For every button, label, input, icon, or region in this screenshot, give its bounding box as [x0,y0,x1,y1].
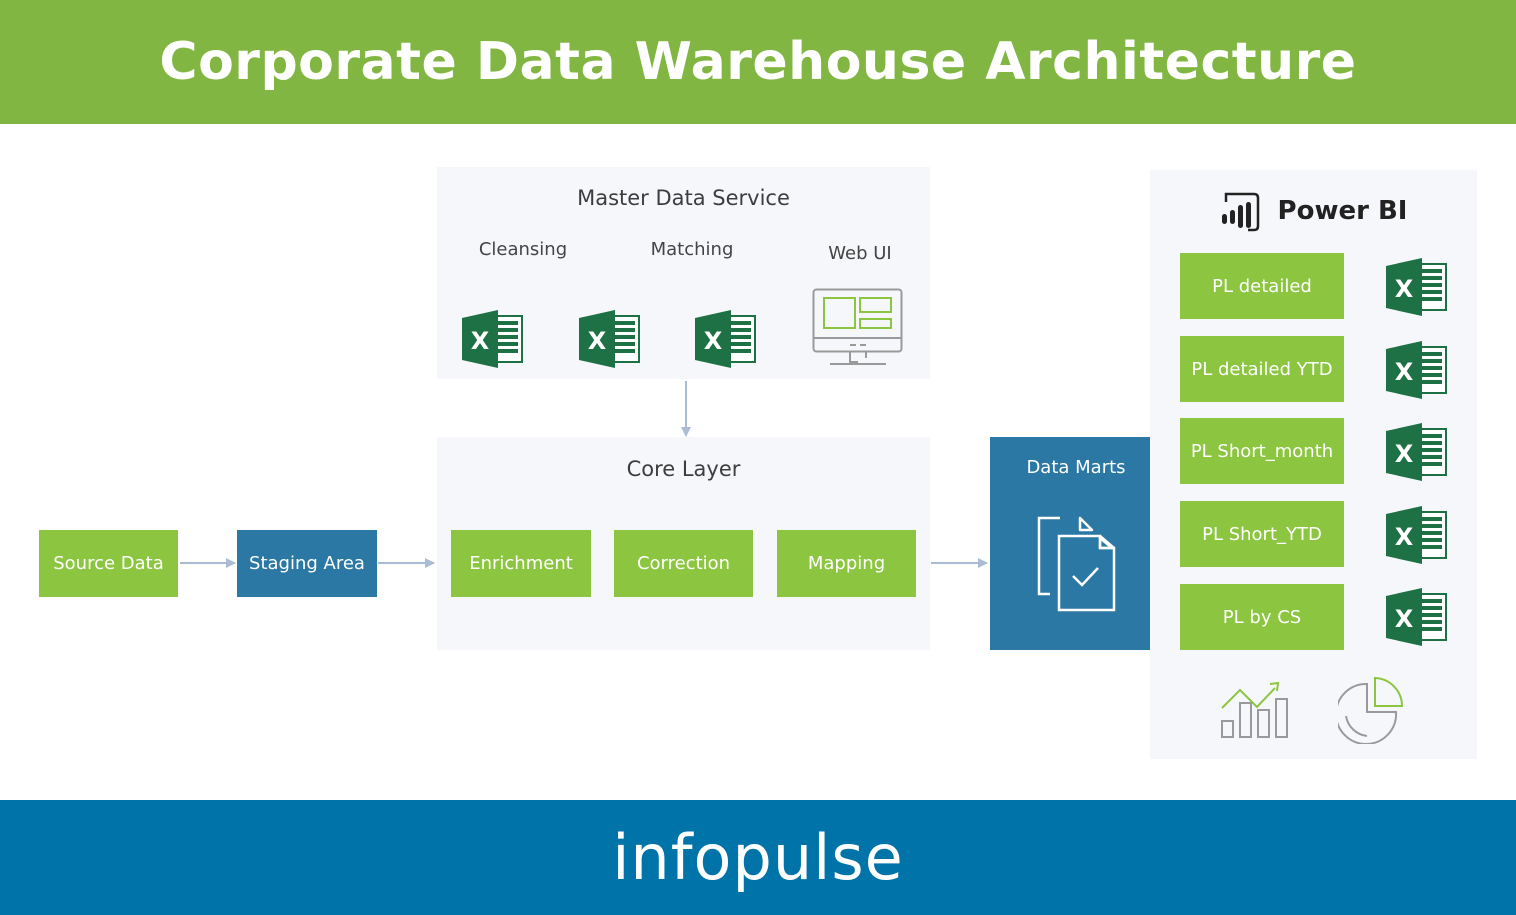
svg-text:X: X [1395,440,1414,468]
excel-icon: X [579,310,640,368]
report-pl-short-ytd: PL Short_YTD [1180,501,1344,567]
enrichment-label: Enrichment [469,553,573,574]
web-ui-label: Web UI [828,243,892,264]
staging-area-label: Staging Area [249,553,365,574]
power-bi-header: Power BI [1150,190,1477,232]
source-data-label: Source Data [53,553,164,574]
report-pl-short-month: PL Short_month [1180,418,1344,484]
staging-area-box: Staging Area [237,530,377,597]
report-pl-by-cs: PL by CS [1180,584,1344,650]
core-layer-title: Core Layer [626,457,741,481]
svg-text:X: X [1395,275,1414,303]
pie-chart-icon [1338,676,1404,744]
mapping-label: Mapping [807,553,886,574]
excel-icon: X [462,310,523,368]
svg-text:X: X [1395,605,1414,633]
correction-label: Correction [636,553,731,574]
data-marts-label: Data Marts [1026,457,1126,478]
monitor-icon [812,288,903,365]
source-data-box: Source Data [39,530,178,597]
report-label: PL by CS [1222,606,1302,628]
report-label: PL Short_month [1190,440,1334,462]
footer-banner: infopulse [0,800,1516,915]
excel-icon: X [695,310,756,368]
report-pl-detailed: PL detailed [1180,253,1344,319]
documents-check-icon [1037,516,1116,612]
enrichment-box: Enrichment [451,530,591,597]
master-data-service-title: Master Data Service [577,186,790,210]
power-bi-logo-icon [1221,192,1259,232]
report-label: PL Short_YTD [1202,523,1322,545]
excel-icon: X [1386,423,1447,481]
excel-icon: X [1386,341,1447,399]
svg-text:X: X [471,327,490,355]
bar-chart-trend-icon [1221,681,1288,738]
excel-icon: X [1386,588,1447,646]
mapping-box: Mapping [777,530,916,597]
excel-icon: X [1386,506,1447,564]
power-bi-title: Power BI [1277,196,1408,226]
svg-text:X: X [1395,523,1414,551]
correction-box: Correction [614,530,753,597]
brand-logo: infopulse [612,821,904,894]
svg-text:X: X [1395,358,1414,386]
excel-icon: X [1386,258,1447,316]
report-label: PL detailed [1212,275,1312,297]
report-pl-detailed-ytd: PL detailed YTD [1180,336,1344,402]
svg-text:X: X [704,327,723,355]
cleansing-label: Cleansing [478,239,568,260]
report-label: PL detailed YTD [1191,358,1333,380]
matching-label: Matching [650,239,734,260]
svg-text:X: X [588,327,607,355]
